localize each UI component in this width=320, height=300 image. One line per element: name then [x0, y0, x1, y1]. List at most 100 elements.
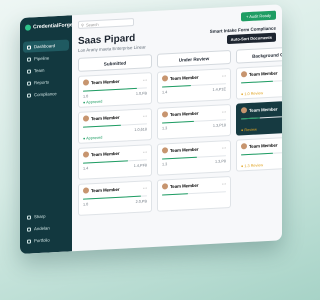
progress-fill — [162, 193, 188, 196]
app-window: CredentialForge Dashboard Pipeline Team … — [20, 4, 282, 254]
status-label: Approved — [86, 99, 103, 105]
card-header: Team Member⋯ — [83, 148, 147, 158]
more-options-icon[interactable]: ⋯ — [222, 181, 226, 186]
sidebar-item-label: Reports — [34, 79, 50, 86]
avatar — [162, 183, 168, 190]
progress-bar — [162, 191, 226, 196]
avatar — [162, 111, 168, 118]
progress-fill — [241, 117, 261, 120]
candidate-card[interactable]: Team Member ⋯ 1.0,618 ● Approved — [78, 108, 152, 144]
pipeline-icon — [27, 56, 31, 62]
sidebar-item-compliance[interactable]: Compliance — [23, 87, 69, 100]
card-meta: 1.3 1.3,P18 — [162, 123, 226, 130]
card-meta: 1.4 1.4,P1E — [162, 87, 226, 94]
member-name: Team Member — [249, 142, 278, 149]
sidebar-item-label: Compliance — [34, 91, 57, 98]
candidate-card[interactable]: Team Member ⋯ 1.3 1.3,P18 — [157, 103, 231, 140]
kanban-column: Submitted Team Member ⋯ 1.0 1.0,FB ● Approved… — [78, 54, 152, 220]
progress-bar — [241, 79, 282, 84]
progress-fill — [83, 124, 122, 128]
card-header: Team Member ⋯ — [83, 112, 147, 122]
brand[interactable]: CredentialForge — [20, 15, 73, 41]
progress-fill — [83, 87, 138, 92]
member-name: Team Member — [170, 110, 199, 117]
card-meta-right: 1.3,P8 — [215, 159, 226, 164]
search-placeholder: Search — [85, 21, 99, 28]
card-meta-left: 1.4 — [83, 166, 89, 171]
column-header[interactable]: Submitted — [78, 54, 152, 72]
progress-fill — [241, 80, 273, 84]
card-meta-right: 1.3,P18 — [212, 123, 226, 129]
sidebar-item-label: Sharp — [34, 213, 46, 220]
card-meta: 1.0 2.0,PB — [83, 200, 147, 207]
team-icon — [27, 68, 31, 74]
auto-sort-button[interactable]: Auto-Sort Documents — [226, 32, 276, 45]
progress-fill — [162, 156, 198, 160]
candidate-card[interactable]: Team Member ⋯ 1.0 2.0,PB — [78, 180, 152, 216]
member-name: Team Member — [170, 74, 199, 81]
share-icon — [27, 214, 31, 220]
status-badge: ● 1.0 Review — [241, 89, 282, 96]
candidate-card[interactable]: Team Member⋯ 3.EGB● Review — [236, 99, 282, 136]
member-name: Team Member — [91, 78, 120, 85]
status-badge: ● Approved — [83, 134, 147, 141]
card-header: Team Member⋯ — [162, 144, 226, 154]
card-meta: 1.3 1.3,P8 — [162, 159, 226, 166]
card-meta-left: 1.4 — [162, 90, 168, 95]
avatar — [241, 143, 247, 150]
compliance-panel: Smart Intake Form Compliance Auto-Sort D… — [210, 26, 276, 45]
candidate-card[interactable]: Team Member⋯ 1.PSE● 1.0 Review — [236, 63, 282, 100]
search-input[interactable]: ⚲ Search — [78, 18, 134, 29]
card-meta-right: 1.4,PF8 — [133, 163, 147, 169]
card-meta-left: 1.0 — [83, 94, 89, 99]
card-meta-right: 1.0,FB — [135, 91, 147, 97]
status-badge: ● Review — [241, 125, 282, 133]
member-name: Team Member — [91, 114, 120, 121]
member-name: Team Member — [249, 70, 278, 77]
reports-icon — [27, 80, 31, 86]
more-options-icon[interactable]: ⋯ — [143, 185, 147, 190]
status-label: 1.0 Review — [244, 91, 264, 97]
card-meta: 1.PSE — [241, 83, 282, 90]
progress-bar — [241, 115, 282, 120]
candidate-card[interactable]: Team Member ⋯ 1.0 1.0,FB ● Approved — [78, 72, 152, 108]
audit-ready-button[interactable]: + Audit Ready — [240, 10, 276, 21]
progress-fill — [241, 152, 273, 156]
card-meta-right: 1.4,P1E — [212, 87, 226, 93]
brand-logo-icon — [25, 24, 31, 31]
more-options-icon[interactable]: ⋯ — [222, 109, 226, 114]
card-meta — [162, 195, 226, 198]
brand-name: CredentialForge — [33, 22, 73, 31]
column-header[interactable]: Background Check — [236, 45, 282, 64]
avatar — [83, 79, 89, 86]
status-badge: ● 1.3 Review — [241, 161, 282, 168]
candidate-card[interactable]: Team Member ⋯ 1.3 1.3,P8 — [157, 139, 231, 176]
kanban-column: Background Check Team Member⋯ 1.PSE● 1.0 R… — [236, 45, 282, 212]
avatar — [241, 107, 247, 114]
sidebar-item-label: Dashboard — [34, 43, 56, 50]
candidate-card[interactable]: Team Member⋯ 1.7RB● 1.3 Review — [236, 135, 282, 172]
card-meta: 3.EGB — [241, 119, 282, 126]
more-options-icon[interactable]: ⋯ — [222, 73, 226, 78]
card-meta: 1.4 1.4,PF8 — [83, 164, 147, 171]
more-options-icon[interactable]: ⋯ — [143, 113, 147, 118]
card-header: Team Member ⋯ — [162, 72, 226, 82]
sidebar-item-portfolio[interactable]: Portfolio — [23, 233, 69, 246]
card-meta-left: 1.3 — [162, 126, 168, 131]
candidate-card[interactable]: Team Member ⋯ 1.4 1.4,PF8 — [78, 144, 152, 180]
sidebar-item-label: Andelan — [34, 225, 50, 232]
card-header: Team Member⋯ — [241, 140, 282, 150]
card-header: Team Member⋯ — [241, 104, 282, 114]
card-meta: 1.7RB — [241, 155, 282, 162]
more-options-icon[interactable]: ⋯ — [222, 145, 226, 150]
more-options-icon[interactable]: ⋯ — [143, 77, 147, 82]
card-meta-left: 1.3 — [162, 162, 168, 167]
column-header[interactable]: Under Review — [157, 49, 231, 68]
candidate-card[interactable]: Team Member ⋯ 1.4 1.4,P1E — [157, 67, 231, 104]
portfolio-icon — [27, 238, 31, 244]
member-name: Team Member — [249, 106, 278, 113]
more-options-icon[interactable]: ⋯ — [143, 149, 147, 154]
status-badge: ● Approved — [83, 98, 147, 105]
dashboard-icon — [27, 44, 31, 50]
candidate-card[interactable]: Team Member ⋯ — [157, 175, 231, 212]
